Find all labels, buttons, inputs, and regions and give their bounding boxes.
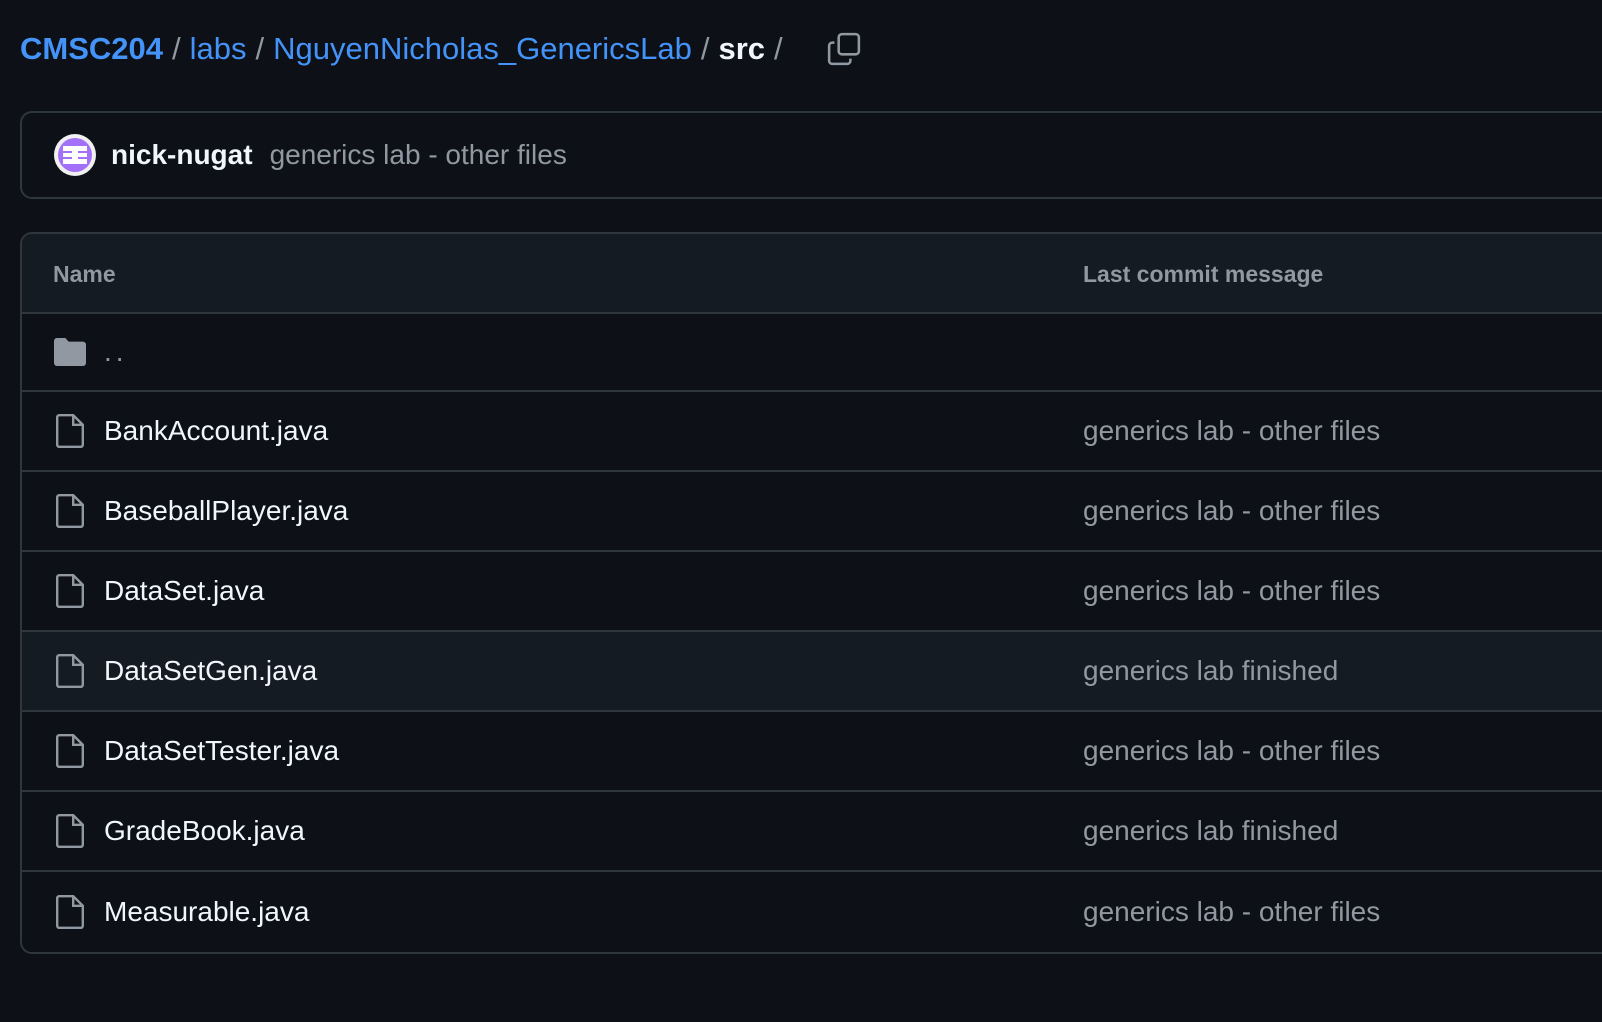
column-header-last-commit-message: Last commit message — [1083, 261, 1324, 287]
table-row[interactable]: DataSetGen.java generics lab finished — [22, 632, 1602, 712]
file-icon — [53, 574, 87, 608]
commit-message-link[interactable]: generics lab - other files — [1083, 896, 1380, 928]
column-header-name: Name — [53, 261, 116, 287]
table-row[interactable]: BankAccount.java generics lab - other fi… — [22, 392, 1602, 472]
commit-message-link[interactable]: generics lab finished — [1083, 655, 1338, 687]
commit-message-link[interactable]: generics lab - other files — [1083, 415, 1380, 447]
file-table: Name Last commit message .. BankAccount.… — [20, 232, 1602, 954]
breadcrumb-repo-link[interactable]: CMSC204 — [20, 31, 163, 67]
commit-message-link[interactable]: generics lab finished — [1083, 815, 1338, 847]
parent-directory-row[interactable]: .. — [22, 314, 1602, 392]
latest-commit-box: nick-nugat generics lab - other files — [20, 111, 1602, 199]
file-name-link[interactable]: DataSetGen.java — [104, 655, 317, 687]
table-row[interactable]: Measurable.java generics lab - other fil… — [22, 872, 1602, 952]
table-row[interactable]: DataSetTester.java generics lab - other … — [22, 712, 1602, 792]
table-row[interactable]: GradeBook.java generics lab finished — [22, 792, 1602, 872]
table-row[interactable]: BaseballPlayer.java generics lab - other… — [22, 472, 1602, 552]
breadcrumb-current-dir: src — [718, 31, 766, 66]
breadcrumb-genericslab-link[interactable]: NguyenNicholas_GenericsLab — [273, 31, 692, 67]
breadcrumb-trailing-separator: / — [774, 31, 783, 66]
file-icon — [53, 814, 87, 848]
file-name-link[interactable]: Measurable.java — [104, 896, 309, 928]
file-name-link[interactable]: GradeBook.java — [104, 815, 305, 847]
commit-message-link[interactable]: generics lab - other files — [1083, 575, 1380, 607]
breadcrumb-separator: / — [172, 31, 181, 66]
commit-message-link[interactable]: generics lab - other files — [1083, 735, 1380, 767]
commit-message-link[interactable]: generics lab - other files — [270, 139, 567, 171]
file-icon — [53, 654, 87, 688]
breadcrumb-separator: / — [700, 31, 710, 66]
parent-directory-link[interactable]: .. — [104, 336, 128, 368]
file-icon — [53, 895, 87, 929]
table-header: Name Last commit message — [22, 234, 1602, 314]
breadcrumb-labs-link[interactable]: labs — [190, 31, 247, 67]
avatar[interactable] — [54, 134, 96, 176]
copy-path-button[interactable] — [824, 29, 864, 69]
table-row[interactable]: DataSet.java generics lab - other files — [22, 552, 1602, 632]
file-icon — [53, 414, 87, 448]
file-name-link[interactable]: BaseballPlayer.java — [104, 495, 348, 527]
file-name-link[interactable]: DataSet.java — [104, 575, 264, 607]
file-icon — [53, 734, 87, 768]
copy-icon — [827, 32, 860, 66]
file-name-link[interactable]: BankAccount.java — [104, 415, 328, 447]
identicon — [58, 138, 92, 172]
file-icon — [53, 494, 87, 528]
commit-message-link[interactable]: generics lab - other files — [1083, 495, 1380, 527]
breadcrumb-separator: / — [255, 31, 265, 66]
breadcrumb: CMSC204 / labs / NguyenNicholas_Generics… — [20, 26, 864, 72]
folder-icon — [53, 335, 87, 369]
commit-author-link[interactable]: nick-nugat — [111, 139, 253, 171]
file-name-link[interactable]: DataSetTester.java — [104, 735, 339, 767]
